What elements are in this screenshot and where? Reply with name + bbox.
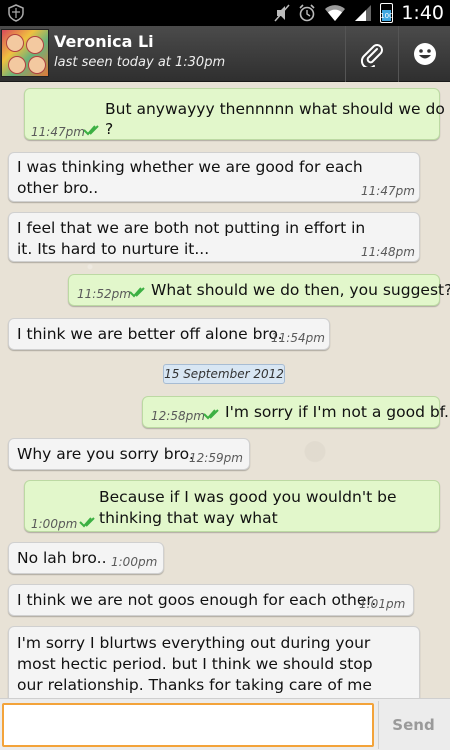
- date-divider: 15 September 2012: [163, 364, 285, 384]
- message-time: 1:00pm: [31, 517, 78, 531]
- wifi-icon: [325, 5, 346, 21]
- last-seen-status: last seen today at 1:30pm: [54, 55, 226, 70]
- compose-bar: Send: [0, 698, 450, 750]
- contact-avatar[interactable]: [1, 29, 49, 77]
- message-bubble-incoming[interactable]: Why are you sorry bro. 12:59pm: [8, 438, 250, 470]
- send-button[interactable]: Send: [378, 701, 448, 749]
- message-bubble-incoming[interactable]: I think we are better off alone bro. 11:…: [8, 318, 330, 350]
- message-text: No lah bro..: [17, 549, 107, 567]
- message-time: 11:52pm: [77, 287, 131, 301]
- message-text: our relationship. Thanks for taking care…: [17, 676, 372, 694]
- signal-icon: [355, 5, 372, 21]
- message-bubble-incoming[interactable]: I'm sorry I blurtws everything out durin…: [8, 626, 420, 698]
- message-input[interactable]: [2, 703, 374, 747]
- paperclip-icon: [360, 44, 383, 67]
- message-bubble-outgoing[interactable]: 12:58pm I'm sorry if I'm not a good bf.: [142, 396, 449, 428]
- message-text: most hectic period. but I think we shoul…: [17, 655, 373, 673]
- message-time: 11:54pm: [271, 331, 325, 345]
- message-text: thinking that way what: [99, 509, 278, 527]
- alarm-icon: [299, 4, 315, 22]
- mute-icon: [274, 4, 290, 22]
- double-check-icon: [129, 287, 145, 298]
- conversation[interactable]: 11:47pm But anywayyy thennnnn what shoul…: [0, 82, 450, 698]
- message-text: I feel that we are both not putting in e…: [17, 219, 366, 237]
- emoji-button[interactable]: [398, 26, 450, 82]
- message-text: I was thinking whether we are good for e…: [17, 158, 363, 176]
- message-bubble-incoming[interactable]: No lah bro.. 1:00pm: [8, 542, 164, 574]
- message-time: 11:47pm: [361, 184, 415, 198]
- message-bubble-incoming[interactable]: I think we are not goos enough for each …: [8, 584, 414, 616]
- message-text: other bro..: [17, 179, 99, 197]
- message-text: ?: [105, 120, 114, 138]
- status-bar: 100 1:40: [0, 0, 450, 26]
- message-time: 12:58pm: [151, 409, 205, 423]
- message-time: 12:59pm: [189, 451, 243, 465]
- message-time: 1:01pm: [359, 597, 406, 611]
- double-check-icon: [79, 517, 95, 528]
- message-time: 11:47pm: [31, 125, 85, 139]
- message-text: What should we do then, you suggest?: [151, 281, 450, 299]
- message-bubble-outgoing[interactable]: 1:00pm Because if I was good you wouldn'…: [24, 480, 440, 532]
- contact-name[interactable]: Veronica Li: [54, 32, 154, 51]
- message-bubble-incoming[interactable]: I feel that we are both not putting in e…: [8, 212, 420, 262]
- message-bubble-outgoing[interactable]: 11:52pm What should we do then, you sugg…: [68, 274, 450, 306]
- message-text: I'm sorry I blurtws everything out durin…: [17, 634, 371, 652]
- attach-button[interactable]: [345, 26, 397, 82]
- message-text: But anywayyy thennnnn what should we do: [105, 100, 445, 118]
- smiley-icon: [413, 43, 436, 65]
- message-text: I think we are better off alone bro.: [17, 325, 283, 343]
- message-bubble-incoming[interactable]: I was thinking whether we are good for e…: [8, 152, 420, 202]
- message-text: I'm sorry if I'm not a good bf.: [225, 403, 449, 421]
- chat-header: Veronica Li last seen today at 1:30pm: [0, 26, 450, 82]
- battery-icon: 100: [380, 3, 394, 23]
- message-text: I think we are not goos enough for each …: [17, 591, 377, 609]
- message-text: Why are you sorry bro.: [17, 445, 194, 463]
- message-time: 11:48pm: [361, 245, 415, 259]
- double-check-icon: [203, 409, 219, 420]
- message-time: 1:00pm: [111, 555, 158, 569]
- message-text: it. Its hard to nurture it...: [17, 240, 210, 258]
- double-check-icon: [83, 125, 99, 136]
- status-clock: 1:40: [401, 2, 444, 24]
- shield-icon: [8, 4, 24, 22]
- message-text: Because if I was good you wouldn't be: [99, 488, 397, 506]
- message-bubble-outgoing[interactable]: 11:47pm But anywayyy thennnnn what shoul…: [24, 88, 445, 140]
